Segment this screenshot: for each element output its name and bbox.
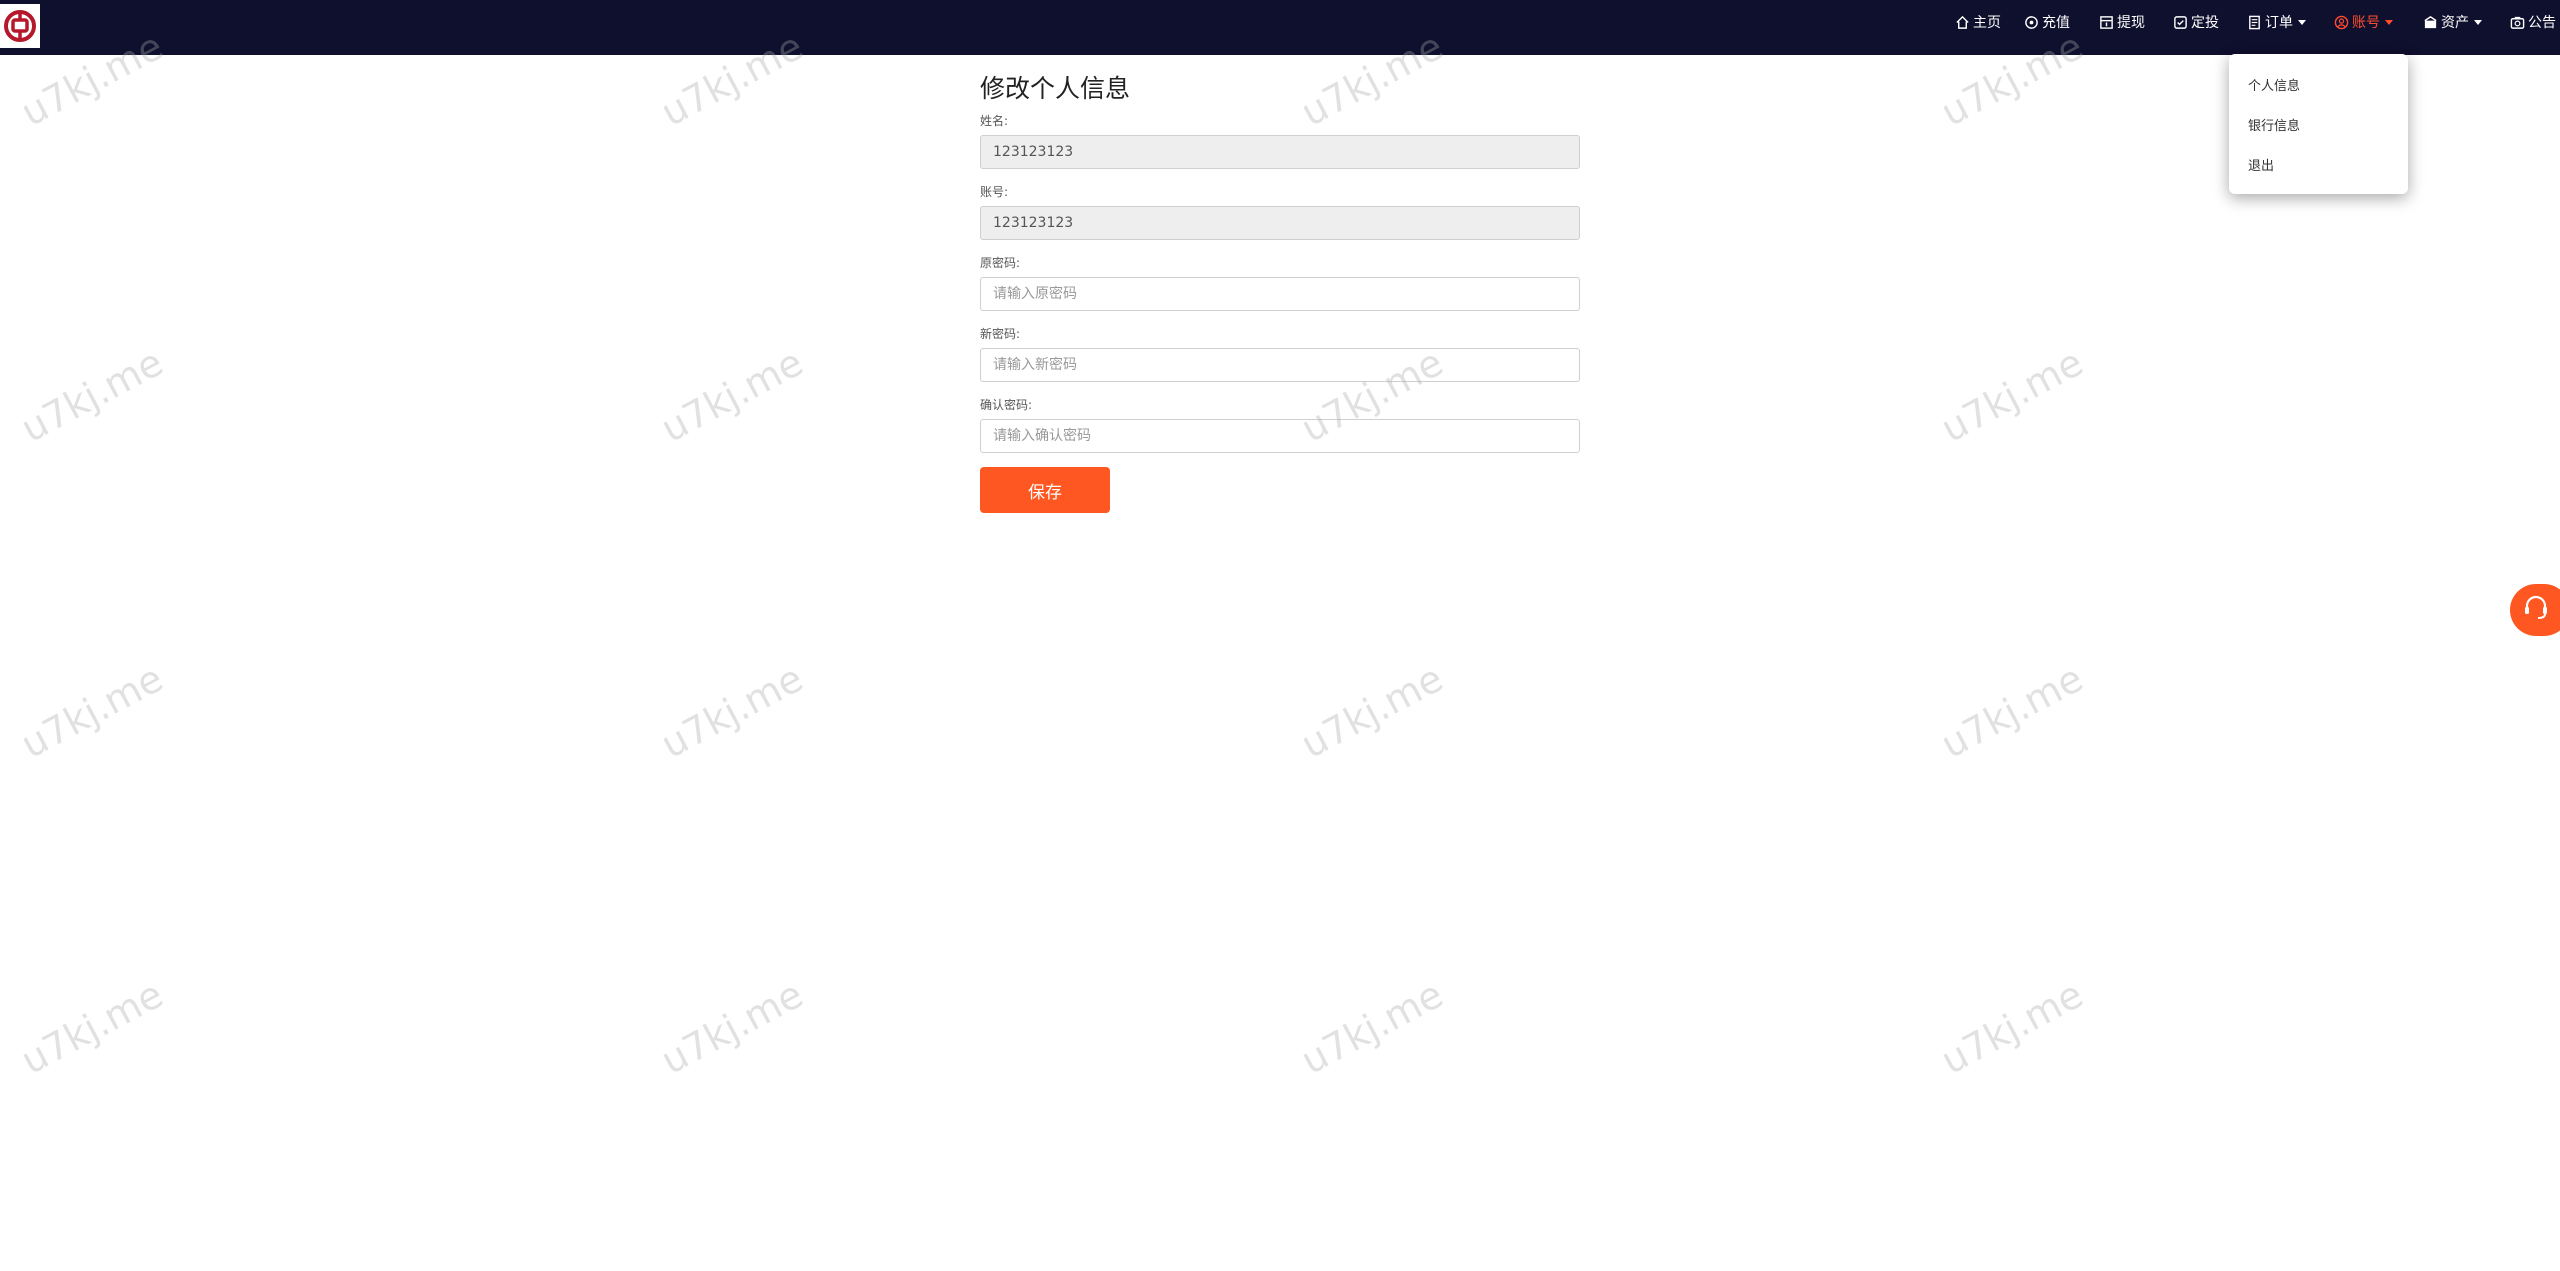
confirm-password-field[interactable]: [980, 419, 1580, 453]
watermark-text: u7kj.me: [1934, 972, 2091, 1083]
watermark-text: u7kj.me: [14, 972, 171, 1083]
nav-notice-label: 公告: [2528, 15, 2556, 31]
account-field[interactable]: [980, 206, 1580, 240]
bank-logo-icon[interactable]: [0, 4, 40, 48]
new-password-label: 新密码:: [980, 327, 1021, 341]
name-label: 姓名:: [980, 114, 1009, 128]
check-square-icon: [2172, 14, 2188, 30]
nav-home-label: 主页: [1973, 15, 2001, 31]
nav-withdraw-label: 提现: [2117, 15, 2145, 31]
watermark-text: u7kj.me: [14, 656, 171, 767]
watermark-text: u7kj.me: [14, 340, 171, 451]
watermark-text: u7kj.me: [1934, 656, 2091, 767]
menu-item-personal-info[interactable]: 个人信息: [2248, 75, 2300, 94]
user-circle-icon: [2333, 14, 2349, 30]
nav-assets[interactable]: 资产: [2422, 0, 2482, 44]
menu-item-bank-info[interactable]: 银行信息: [2248, 115, 2300, 134]
old-password-field[interactable]: [980, 277, 1580, 311]
name-field[interactable]: [980, 135, 1580, 169]
headset-icon: [2522, 594, 2550, 626]
chevron-down-icon: [2298, 19, 2306, 25]
menu-item-logout[interactable]: 退出: [2248, 155, 2274, 174]
watermark-text: u7kj.me: [654, 340, 811, 451]
nav-account[interactable]: 账号: [2333, 0, 2393, 44]
nav-account-label: 账号: [2352, 15, 2380, 31]
account-label: 账号:: [980, 185, 1009, 199]
watermark-text: u7kj.me: [654, 656, 811, 767]
watermark-text: u7kj.me: [1294, 972, 1451, 1083]
wallet-icon: [2422, 14, 2438, 30]
camera-icon: [2509, 14, 2525, 30]
nav-fixed-invest[interactable]: 定投: [2172, 0, 2219, 44]
document-icon: [2246, 14, 2262, 30]
main-nav: 主页 充值 提现 定投 订单 账号 资产 公告: [1954, 0, 2560, 44]
nav-home[interactable]: 主页: [1954, 0, 2001, 44]
nav-fixed-invest-label: 定投: [2191, 15, 2219, 31]
home-icon: [1954, 14, 1970, 30]
save-button[interactable]: 保存: [980, 467, 1110, 513]
nav-recharge[interactable]: 充值: [2023, 0, 2070, 44]
nav-orders[interactable]: 订单: [2246, 0, 2306, 44]
confirm-password-label: 确认密码:: [980, 398, 1033, 412]
account-dropdown-menu: 个人信息 银行信息 退出: [2229, 54, 2408, 194]
chevron-down-icon: [2474, 19, 2482, 25]
nav-assets-label: 资产: [2441, 15, 2469, 31]
new-password-field[interactable]: [980, 348, 1580, 382]
chevron-down-icon: [2385, 19, 2393, 25]
watermark-text: u7kj.me: [654, 972, 811, 1083]
watermark-text: u7kj.me: [1294, 656, 1451, 767]
customer-support-button[interactable]: [2510, 584, 2560, 636]
nav-recharge-label: 充值: [2042, 15, 2070, 31]
withdraw-icon: [2098, 14, 2114, 30]
page-title: 修改个人信息: [980, 74, 1131, 103]
nav-withdraw[interactable]: 提现: [2098, 0, 2145, 44]
nav-orders-label: 订单: [2265, 15, 2293, 31]
watermark-text: u7kj.me: [1934, 340, 2091, 451]
nav-notice[interactable]: 公告: [2509, 0, 2556, 44]
top-nav-bar: 主页 充值 提现 定投 订单 账号 资产 公告: [0, 0, 2560, 55]
old-password-label: 原密码:: [980, 256, 1021, 270]
recharge-icon: [2023, 14, 2039, 30]
